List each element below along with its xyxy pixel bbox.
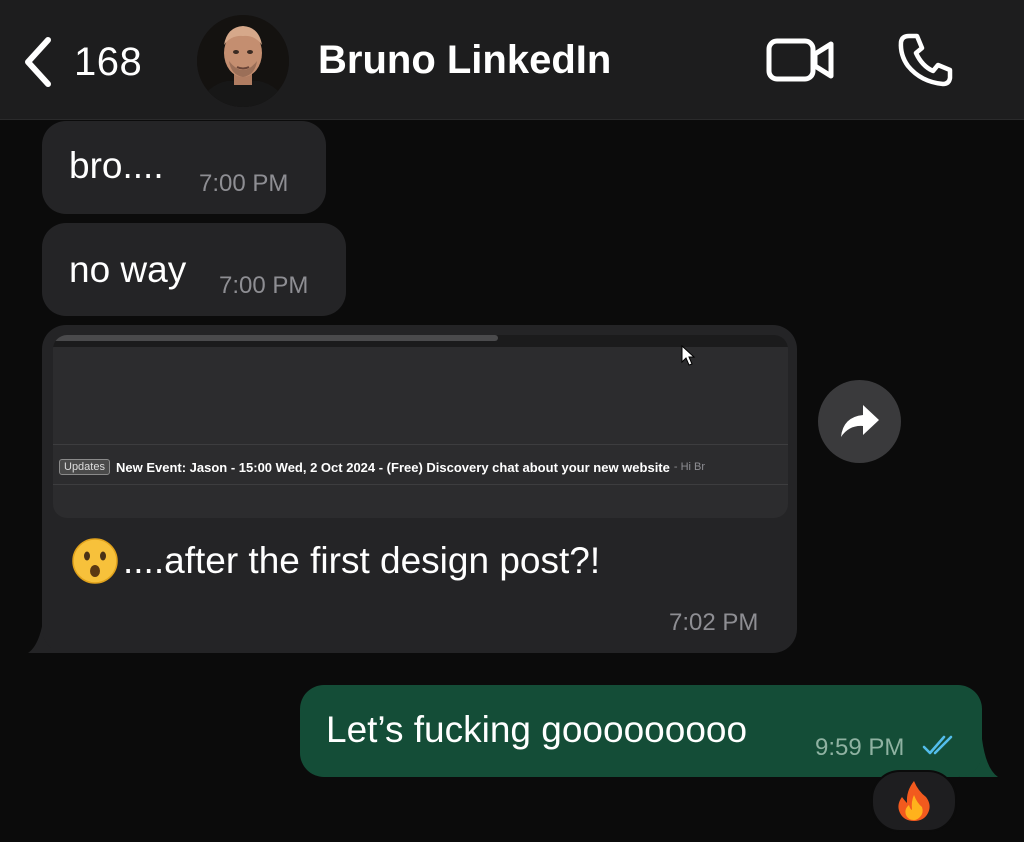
updates-badge: Updates	[59, 459, 110, 475]
forward-arrow-icon	[840, 404, 879, 437]
video-camera-icon	[766, 38, 834, 82]
voice-call-button[interactable]	[895, 30, 955, 90]
message-text: Let’s fucking gooooooooo	[326, 709, 748, 750]
chat-header: 168 Bruno LinkedIn	[0, 0, 1024, 120]
contact-name[interactable]: Bruno LinkedIn	[318, 38, 611, 83]
message-text: bro....	[69, 145, 164, 186]
forward-button[interactable]	[818, 380, 901, 463]
message-bubble[interactable]: no way 7:00 PM	[42, 223, 346, 316]
chevron-left-icon	[25, 37, 51, 87]
message-bubble[interactable]: bro.... 7:00 PM	[42, 121, 326, 214]
astonished-emoji-icon	[72, 538, 118, 584]
message-timestamp: 7:02 PM	[669, 609, 759, 636]
message-timestamp: 7:00 PM	[199, 170, 289, 197]
reaction-badge[interactable]	[871, 770, 957, 832]
preview-toolbar	[53, 335, 788, 347]
link-preview[interactable]: Updates New Event: Jason - 15:00 Wed, 2 …	[53, 335, 788, 518]
message-bubble-outgoing[interactable]: Let’s fucking gooooooooo 9:59 PM	[300, 685, 982, 777]
message-timestamp: 9:59 PM	[815, 734, 905, 761]
email-subject: New Event: Jason - 15:00 Wed, 2 Oct 2024…	[115, 459, 670, 475]
message-timestamp: 7:00 PM	[219, 272, 309, 299]
message-text: ....after the first design post?!	[123, 540, 601, 581]
mouse-pointer-icon	[681, 345, 696, 366]
video-call-button[interactable]	[765, 36, 837, 84]
back-button[interactable]: 168	[18, 32, 168, 92]
phone-icon	[898, 33, 953, 87]
message-text: no way	[69, 249, 187, 290]
divider	[53, 484, 788, 485]
double-check-icon	[922, 735, 953, 755]
preview-progress-bar	[53, 335, 498, 341]
email-row: Updates New Event: Jason - 15:00 Wed, 2 …	[59, 456, 705, 478]
fire-emoji-icon	[898, 781, 930, 821]
contact-avatar[interactable]	[197, 15, 289, 107]
chat-screen: 168 Bruno LinkedIn bro.... 7:00 PM no wa…	[0, 0, 1024, 842]
unread-count: 168	[74, 39, 143, 84]
divider	[53, 444, 788, 445]
email-snippet: - Hi Br	[673, 461, 706, 473]
